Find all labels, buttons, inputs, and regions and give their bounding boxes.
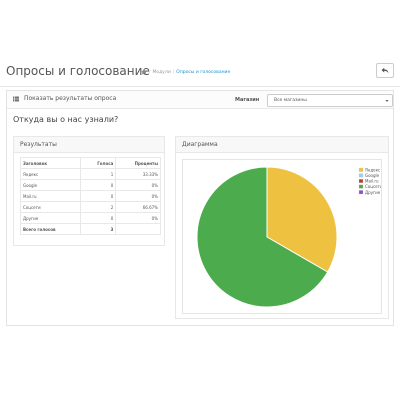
column-header-percent: Проценты (115, 157, 161, 169)
panel-title: Показать результаты опроса (24, 95, 117, 102)
table-row: Яндекс 1 33.33% (20, 168, 161, 180)
results-table: Заголовок Голоса Проценты Яндекс 1 33.33… (20, 157, 161, 235)
legend-label: Mail.ru (365, 179, 379, 184)
pie-chart-area: Яндекс Google Mail.ru Соцсети Другие (182, 159, 382, 314)
reply-arrow-icon (381, 67, 389, 74)
chevron-down-icon (385, 100, 389, 102)
store-select[interactable]: Все магазины (267, 94, 393, 107)
table-row: Mail.ru 0 0% (20, 190, 161, 202)
breadcrumb: / Модули / Опросы и голосование (141, 69, 230, 75)
legend-swatch (358, 190, 364, 195)
cell-answer: Другие (20, 212, 81, 224)
cell-votes: 2 (79, 201, 117, 213)
pie-chart: ЯндексGoogleMail.ruСоцсетиДругие (196, 166, 381, 308)
table-row: Другие 0 0% (20, 212, 161, 224)
store-label: Магазин (235, 97, 260, 103)
back-button[interactable] (376, 63, 394, 78)
legend-label: Другие (365, 190, 381, 195)
cell-percent: 0% (115, 212, 161, 224)
column-header-votes: Голоса (79, 157, 117, 169)
header-divider (0, 86, 400, 87)
results-panel: Результаты Заголовок Голоса Проценты Янд… (13, 136, 165, 246)
page-title: Опросы и голосование (6, 64, 150, 78)
legend-label: Google (365, 173, 380, 178)
cell-votes: 0 (79, 212, 117, 224)
table-row: Google 0 0% (20, 179, 161, 191)
legend-swatch (358, 179, 364, 183)
poll-results-panel: Показать результаты опроса Магазин Все м… (6, 90, 394, 326)
cell-percent: 66.67% (115, 201, 161, 213)
breadcrumb-separator: / (172, 69, 175, 75)
cell-votes: 0 (79, 179, 117, 191)
total-empty-cell (115, 223, 161, 235)
results-heading: Результаты (14, 137, 164, 153)
question-title: Откуда вы о нас узнали? (13, 115, 119, 124)
cell-percent: 0% (115, 190, 161, 202)
panel-heading: Показать результаты опроса Магазин Все м… (7, 91, 393, 109)
table-header-row: Заголовок Голоса Проценты (20, 157, 161, 169)
cell-answer: Соцсети (20, 201, 81, 213)
chart-heading: Диаграмма (176, 137, 388, 153)
legend-label: Яндекс (365, 167, 380, 172)
total-votes-value: 3 (79, 223, 117, 235)
legend-swatch (358, 184, 364, 189)
column-header-answer: Заголовок (20, 157, 81, 169)
store-select-value: Все магазины (274, 98, 307, 103)
legend-swatch (358, 167, 364, 172)
cell-percent: 33.33% (115, 168, 161, 180)
page-header: Опросы и голосование / Модули / Опросы и… (0, 58, 400, 86)
cell-answer: Яндекс (20, 168, 81, 180)
home-icon[interactable] (141, 69, 147, 75)
cell-answer: Google (20, 179, 81, 191)
cell-votes: 1 (79, 168, 117, 180)
cell-percent: 0% (115, 179, 161, 191)
breadcrumb-modules[interactable]: Модули (153, 70, 171, 75)
breadcrumb-separator: / (149, 69, 151, 75)
cell-votes: 0 (79, 190, 117, 202)
table-row: Соцсети 2 66.67% (20, 201, 161, 213)
legend-swatch (358, 173, 364, 178)
total-votes-label: Всего голосов (20, 223, 81, 235)
breadcrumb-polls[interactable]: Опросы и голосование (176, 70, 230, 75)
table-total-row: Всего голосов 3 (20, 223, 161, 235)
chart-panel: Диаграмма Яндекс Google Mail.ru Соцсети Друг… (175, 136, 389, 319)
legend-label: Соцсети (365, 184, 381, 189)
cell-answer: Mail.ru (20, 190, 81, 202)
list-icon (13, 96, 19, 102)
